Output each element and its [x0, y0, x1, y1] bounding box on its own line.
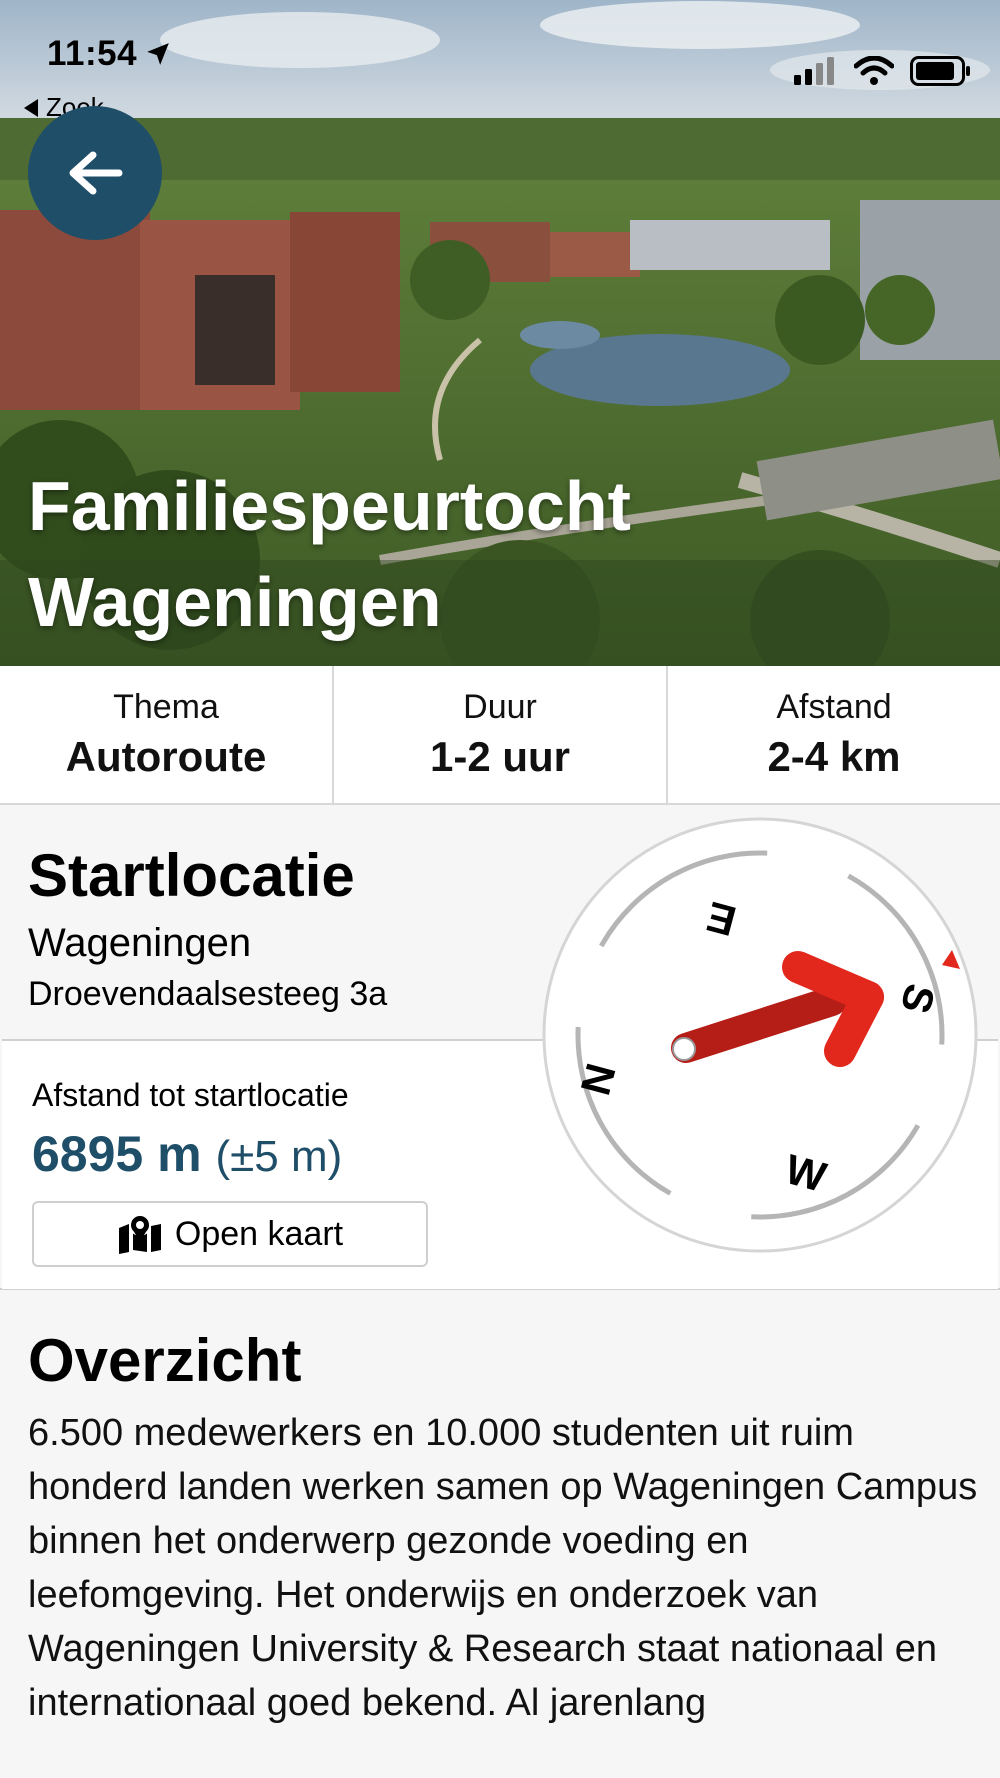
- distance-value: 6895 m: [32, 1126, 202, 1182]
- info-theme-label: Thema: [113, 688, 219, 726]
- open-map-button[interactable]: Open kaart: [32, 1201, 428, 1267]
- back-button[interactable]: [28, 106, 162, 240]
- open-map-label: Open kaart: [174, 1214, 344, 1253]
- info-distance: Afstand 2-4 km: [668, 666, 1000, 803]
- compass: E S W N: [540, 815, 980, 1255]
- start-city: Wageningen: [28, 921, 252, 965]
- info-distance-label: Afstand: [776, 688, 892, 726]
- info-theme-value: Autoroute: [65, 733, 267, 780]
- info-distance-value: 2-4 km: [767, 733, 901, 780]
- start-street: Droevendaalsesteeg 3a: [28, 975, 388, 1013]
- start-location-heading: Startlocatie: [28, 842, 355, 909]
- wifi-icon: [854, 56, 894, 85]
- clock: 11:54: [47, 34, 171, 74]
- status-bar: 11:54 Zoek: [0, 0, 1000, 130]
- info-duration-value: 1-2 uur: [429, 733, 571, 780]
- map-pin-icon: [118, 1214, 161, 1254]
- clock-time: 11:54: [47, 34, 138, 73]
- overview-text: 6.500 medewerkers en 10.000 studenten ui…: [28, 1412, 978, 1724]
- page-title: Familiespeurtocht Wageningen: [28, 467, 631, 641]
- arrow-left-icon: [69, 151, 123, 195]
- overview-section: Overzicht 6.500 medewerkers en 10.000 st…: [0, 1290, 1000, 1778]
- distance-label: Afstand tot startlocatie: [32, 1077, 349, 1113]
- info-duration: Duur 1-2 uur: [334, 666, 668, 803]
- hero-image: 11:54 Zoek Familiespeurtocht Wageningen: [0, 0, 1000, 666]
- overview-heading: Overzicht: [28, 1327, 302, 1394]
- route-info-row: Thema Autoroute Duur 1-2 uur Afstand 2-4…: [0, 666, 1000, 805]
- start-location-section: Startlocatie Wageningen Droevendaalseste…: [0, 805, 1000, 1290]
- location-arrow-icon: [147, 43, 169, 65]
- status-icons: [792, 56, 972, 86]
- info-duration-label: Duur: [463, 688, 537, 726]
- battery-icon: [910, 56, 970, 86]
- distance-readout: 6895 m (±5 m): [32, 1125, 342, 1183]
- signal-icon: [794, 57, 834, 85]
- back-triangle-icon: [24, 98, 38, 117]
- info-theme: Thema Autoroute: [0, 666, 334, 803]
- distance-accuracy: (±5 m): [215, 1132, 343, 1181]
